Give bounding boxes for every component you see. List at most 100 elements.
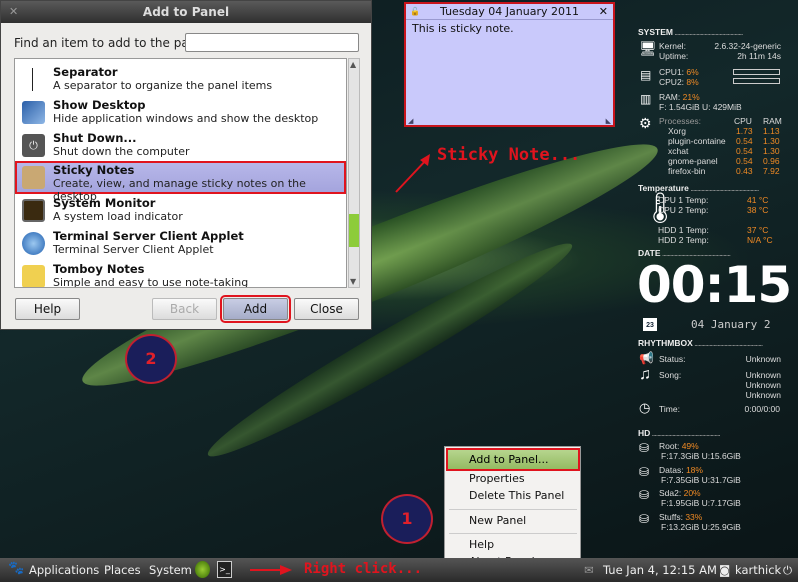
menu-places[interactable]: Places [104, 563, 141, 577]
time-value: 0:00/0:00 [744, 404, 780, 414]
mail-icon[interactable]: ✉ [584, 563, 594, 577]
menu-system[interactable]: System [149, 563, 192, 577]
date-text: 04 January 2 [691, 318, 771, 331]
hdd2-temp-value: N/A °C [747, 235, 773, 245]
shutdown-icon: ⏻ [22, 134, 45, 157]
cpu2-temp-value: 38 °C [747, 205, 769, 215]
panel-items-list: Separator A separator to organize the pan… [14, 58, 347, 288]
sticky-date: Tuesday 04 January 2011 [440, 5, 579, 18]
dialog-title: Add to Panel [142, 5, 230, 19]
menu-item-help[interactable]: Help [469, 538, 494, 551]
process-cpu: 0.43 [736, 166, 753, 176]
gnome-foot-icon[interactable]: 🐾 [8, 561, 24, 576]
hard-disk-icon: ⛁ [639, 511, 650, 526]
list-item-terminal-server[interactable]: Terminal Server Client Applet Terminal Se… [15, 227, 346, 260]
resize-icon[interactable]: ◢ [408, 117, 413, 125]
disk-free-used: F:17.3GiB U:15.6GiB [661, 451, 741, 461]
process-ram: 0.96 [763, 156, 780, 166]
lock-icon[interactable]: 🔓 [410, 4, 420, 20]
list-item-tomboy-notes[interactable]: Tomboy Notes Simple and easy to use note-… [15, 260, 346, 287]
section-system: SYSTEM [638, 27, 742, 37]
status-value: Unknown [745, 354, 781, 364]
list-item-show-desktop[interactable]: Show Desktop Hide application windows and… [15, 96, 346, 129]
sticky-note-label: Sticky Note... [437, 145, 581, 165]
gears-icon: ⚙ [639, 115, 652, 131]
song-value: Unknown [745, 390, 781, 400]
scrollbar-thumb[interactable] [349, 214, 359, 247]
menu-separator [449, 509, 577, 510]
processes-cpu-header: CPU [734, 116, 752, 126]
process-ram: 7.92 [763, 166, 780, 176]
find-item-input[interactable] [185, 33, 359, 52]
process-name: plugin-containe [668, 136, 726, 146]
cpu1-label: CPU1: [659, 67, 685, 77]
disk-name: Datas: [659, 464, 684, 475]
cpu1-value: 6% [686, 67, 699, 77]
menu-item-delete-panel[interactable]: Delete This Panel [469, 489, 564, 502]
power-icon[interactable]: ⏻ [783, 563, 792, 578]
bottom-panel[interactable]: 🐾 Applications Places System >_ Right cl… [0, 558, 798, 582]
menu-item-properties[interactable]: Properties [469, 472, 525, 485]
menu-applications[interactable]: Applications [29, 563, 99, 577]
uptime-value: 2h 11m 14s [737, 51, 781, 61]
scroll-up-icon[interactable]: ▲ [350, 60, 356, 69]
list-item-sticky-notes[interactable]: Sticky Notes Create, view, and manage sti… [15, 161, 346, 203]
disk-name: Root: [659, 441, 680, 451]
disk-percent: 18% [685, 464, 703, 475]
help-button[interactable]: Help [15, 298, 80, 320]
process-name: Xorg [668, 126, 686, 136]
add-to-panel-dialog: ✕ Add to Panel Find an item to add to th… [0, 0, 372, 330]
process-name: gnome-panel [668, 156, 718, 166]
list-item-system-monitor[interactable]: System Monitor A system load indicator [15, 194, 346, 227]
hdd1-temp-label: HDD 1 Temp: [658, 225, 709, 235]
find-label: Find an item to add to the panel: [14, 36, 212, 50]
process-cpu: 0.54 [736, 146, 753, 156]
panel-context-menu: Add to Panel... Properties Delete This P… [444, 446, 581, 573]
sticky-note-header[interactable]: 🔓 Tuesday 04 January 2011 ✕ [406, 4, 613, 20]
sticky-text[interactable]: This is sticky note. [406, 20, 613, 37]
hard-disk-icon: ⛁ [639, 441, 650, 455]
back-button[interactable]: Back [152, 298, 217, 320]
close-button[interactable]: Close [294, 298, 359, 320]
close-icon[interactable]: ✕ [9, 1, 18, 23]
ram-icon: ▥ [640, 92, 652, 106]
disk-percent: 20% [683, 488, 701, 498]
list-item-shut-down[interactable]: ⏻ Shut Down... Shut down the computer [15, 129, 346, 162]
cpu2-temp-label: CPU 2 Temp: [658, 205, 709, 215]
ram-label: RAM: [659, 92, 681, 102]
processes-ram-header: RAM [763, 116, 782, 126]
clock[interactable]: Tue Jan 4, 12:15 AM [603, 563, 717, 577]
monitor-icon: 🖥 [639, 40, 657, 56]
song-value: Unknown [745, 380, 781, 390]
process-name: firefox-bin [668, 166, 706, 176]
disk-free-used: F:1.95GiB U:7.17GiB [661, 498, 741, 508]
disk-free-used: F:7.35GiB U:31.7GiB [661, 474, 741, 485]
resize-icon[interactable]: ◣ [606, 117, 611, 125]
process-ram: 1.13 [763, 126, 780, 136]
user-icon: ◙ [719, 563, 731, 577]
conky-monitor: SYSTEM 🖥 Kernel: 2.6.32-24-generic Uptim… [636, 20, 798, 550]
process-cpu: 0.54 [736, 156, 753, 166]
cpu-icon: ▤ [640, 68, 652, 82]
list-scrollbar[interactable]: ▲ ▼ [348, 58, 360, 288]
status-label: Status: [659, 354, 686, 364]
list-item-separator[interactable]: Separator A separator to organize the pan… [15, 63, 346, 96]
terminal-launcher-icon[interactable]: >_ [217, 561, 232, 578]
menu-item-add-to-panel[interactable]: Add to Panel... [446, 448, 580, 471]
step-1-marker: 1 [381, 494, 433, 544]
scroll-down-icon[interactable]: ▼ [350, 277, 356, 286]
hard-disk-icon: ⛁ [639, 464, 650, 479]
cpu2-value: 8% [686, 77, 699, 87]
apple-launcher-icon[interactable] [195, 561, 210, 578]
user-name[interactable]: karthick [735, 563, 781, 577]
process-name: xchat [668, 146, 689, 156]
add-button[interactable]: Add [220, 295, 291, 323]
time-label: Time: [659, 404, 680, 414]
section-hd: HD [638, 428, 720, 438]
close-icon[interactable]: ✕ [599, 4, 608, 20]
disk-free-used: F:13.2GiB U:25.9GiB [661, 521, 741, 532]
menu-item-new-panel[interactable]: New Panel [469, 514, 526, 527]
uptime-label: Uptime: [659, 51, 689, 61]
kernel-value: 2.6.32-24-generic [714, 41, 781, 51]
sticky-note[interactable]: 🔓 Tuesday 04 January 2011 ✕ This is stic… [404, 2, 615, 127]
